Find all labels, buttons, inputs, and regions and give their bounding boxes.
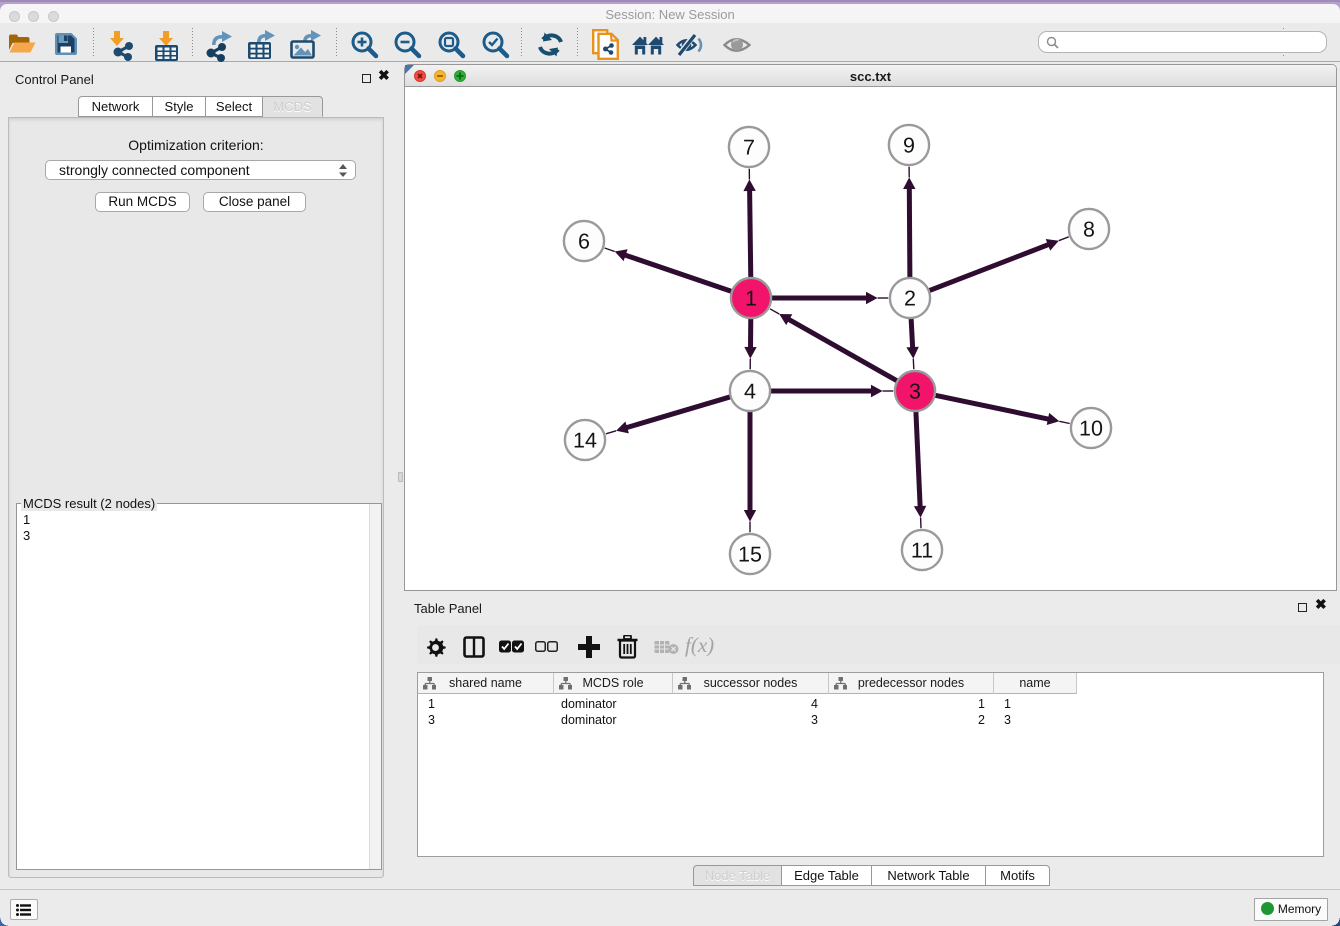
- svg-text:7: 7: [743, 136, 755, 160]
- svg-text:6: 6: [578, 230, 590, 254]
- svg-text:8: 8: [1083, 218, 1095, 242]
- svg-text:10: 10: [1079, 417, 1103, 441]
- svg-text:4: 4: [744, 380, 756, 404]
- svg-text:14: 14: [573, 429, 597, 453]
- svg-text:1: 1: [745, 287, 757, 311]
- svg-text:3: 3: [909, 380, 921, 404]
- svg-text:9: 9: [903, 134, 915, 158]
- svg-text:15: 15: [738, 543, 762, 567]
- svg-text:2: 2: [904, 287, 916, 311]
- svg-text:11: 11: [911, 539, 933, 563]
